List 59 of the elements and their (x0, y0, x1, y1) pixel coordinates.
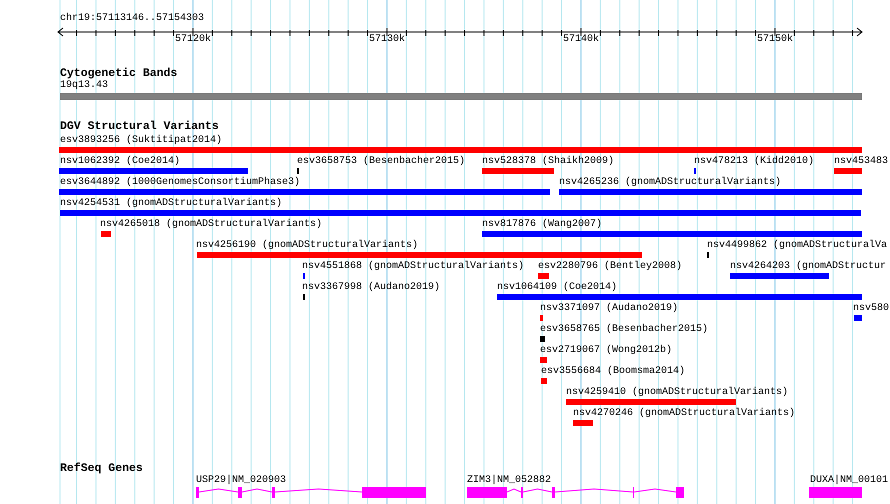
variant-label[interactable]: nsv4551868 (gnomADStructuralVariants) (302, 261, 524, 272)
variant-label[interactable]: nsv4265236 (gnomADStructuralVariants) (559, 177, 782, 188)
variant-label[interactable]: nsv4270246 (gnomADStructuralVariants) (573, 408, 796, 419)
variant-bar[interactable] (834, 168, 862, 174)
gene-label[interactable]: ZIM3|NM_052882 (467, 475, 552, 486)
variant-label[interactable]: nsv4265018 (gnomADStructuralVariants) (100, 219, 322, 230)
variant-bar[interactable] (730, 273, 829, 279)
variant-label[interactable]: esv2280796 (Bentley2008) (538, 261, 682, 272)
variant-bar[interactable] (540, 336, 545, 342)
variant-label[interactable]: nsv817876 (Wang2007) (482, 219, 602, 230)
variant-label[interactable]: nsv4256190 (gnomADStructuralVariants) (196, 240, 418, 251)
scale-tick-label: 57120k (174, 34, 211, 46)
variant-label[interactable]: nsv4254531 (gnomADStructuralVariants) (60, 198, 282, 209)
variant-label[interactable]: esv2719067 (Wong2012b) (540, 345, 672, 356)
variant-label[interactable]: esv3893256 (Suktitipat2014) (60, 135, 222, 146)
variant-label[interactable]: nsv3371097 (Audano2019) (540, 303, 678, 314)
scale-tick-label: 57150k (756, 34, 793, 46)
track-title: DGV Structural Variants (60, 121, 219, 133)
variant-bar[interactable] (573, 420, 593, 426)
variant-label[interactable]: esv3644892 (1000GenomesConsortiumPhase3) (60, 177, 300, 188)
variant-label[interactable]: nsv1062392 (Coe2014) (60, 156, 180, 167)
gene-model[interactable] (467, 487, 684, 498)
variant-label[interactable]: nsv3367998 (Audano2019) (302, 282, 440, 293)
variant-label[interactable]: nsv1064109 (Coe2014) (497, 282, 618, 293)
gene-model[interactable] (196, 487, 426, 498)
variant-bar[interactable] (538, 273, 549, 279)
variant-bar[interactable] (559, 189, 862, 195)
variant-bar[interactable] (541, 378, 547, 384)
variant-bar[interactable] (566, 399, 736, 405)
gene-label[interactable]: USP29|NM_020903 (196, 475, 286, 486)
band-label: 19q13.43 (60, 80, 108, 91)
variant-bar[interactable] (59, 189, 550, 195)
variant-bar[interactable] (59, 147, 862, 153)
variant-label[interactable]: esv3658765 (Besenbacher2015) (540, 324, 708, 335)
variant-label[interactable]: nsv4259410 (gnomADStructuralVariants) (566, 387, 788, 398)
variant-label[interactable]: nsv580 (853, 303, 890, 314)
variant-label[interactable]: esv3658753 (Besenbacher2015) (297, 156, 466, 167)
variant-bar[interactable] (197, 252, 642, 258)
variant-bar[interactable] (540, 315, 543, 321)
variant-bar[interactable] (59, 168, 248, 174)
variant-bar[interactable] (482, 168, 554, 174)
gene-label[interactable]: DUXA|NM_00101 (810, 475, 888, 486)
scale-tick-label: 57140k (562, 34, 599, 46)
variant-bar[interactable] (854, 315, 862, 321)
variant-label[interactable]: nsv4264203 (gnomADStructur (730, 261, 886, 272)
variant-bar[interactable] (101, 231, 111, 237)
track-title: RefSeq Genes (60, 463, 143, 475)
variant-bar[interactable] (482, 231, 862, 237)
variant-label[interactable]: nsv453483 (834, 156, 888, 167)
variant-bar[interactable] (540, 357, 547, 363)
scale-tick-label: 57130k (368, 34, 405, 46)
variant-bar[interactable] (60, 210, 861, 216)
variant-label[interactable]: nsv528378 (Shaikh2009) (482, 156, 614, 167)
region-label: chr19:57113146..57154303 (60, 13, 204, 25)
variant-label[interactable]: nsv478213 (Kidd2010) (694, 156, 814, 167)
variant-bar[interactable] (497, 294, 862, 300)
variant-label[interactable]: nsv4499862 (gnomADStructuralVa (707, 240, 888, 251)
variant-label[interactable]: esv3556684 (Boomsma2014) (541, 366, 686, 377)
track-title: Cytogenetic Bands (60, 68, 178, 80)
